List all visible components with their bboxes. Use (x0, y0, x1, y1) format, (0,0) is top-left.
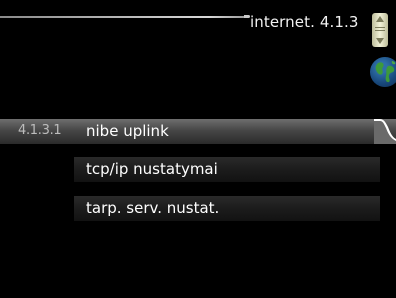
menu-item-nibe-uplink[interactable]: 4.1.3.1 nibe uplink (0, 119, 396, 144)
arrow-up-icon (376, 16, 384, 22)
menu-item-proxy-settings[interactable]: tarp. serv. nustat. (74, 196, 380, 221)
arrow-down-icon (376, 38, 384, 44)
selection-tab-icon (374, 119, 396, 144)
scroll-indicator-icon[interactable] (372, 13, 388, 47)
header-divider-line (0, 15, 250, 18)
globe-icon (370, 57, 396, 87)
menu-item-tcp-ip-settings[interactable]: tcp/ip nustatymai (74, 157, 380, 182)
menu-item-label: tarp. serv. nustat. (86, 199, 220, 217)
menu-item-label: nibe uplink (86, 122, 169, 140)
page-title: internet. 4.1.3 (250, 13, 359, 31)
menu-item-number: 4.1.3.1 (18, 123, 62, 138)
display-screen: internet. 4.1.3 4.1.3.1 nibe uplink tcp/… (0, 0, 396, 298)
menu-item-label: tcp/ip nustatymai (86, 160, 218, 178)
grip-icon (375, 27, 385, 33)
